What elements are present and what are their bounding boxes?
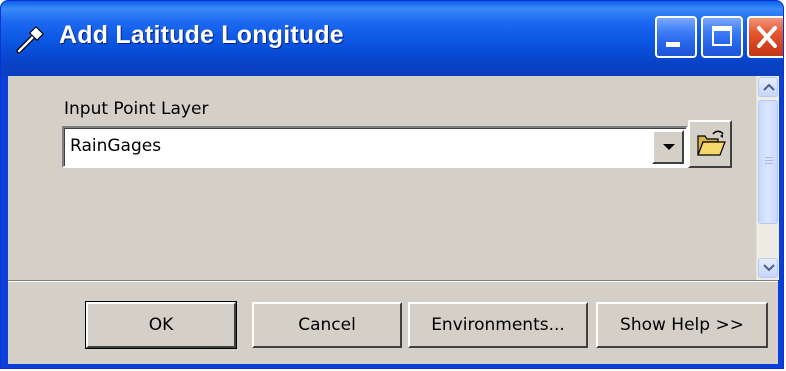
title-bar[interactable]: Add Latitude Longitude [1,1,783,76]
environments-button[interactable]: Environments... [408,302,588,348]
vertical-scrollbar[interactable] [756,76,779,280]
dialog-window: Add Latitude Longitude Input Point Layer… [0,0,784,369]
dialog-client: Input Point Layer RainGages OK Cancel En… [8,76,779,364]
maximize-button[interactable] [701,16,743,58]
chevron-up-icon [763,83,775,91]
input-point-layer-value[interactable]: RainGages [70,136,161,156]
minimize-icon [666,42,680,47]
grip-icon [765,157,773,165]
minimize-button[interactable] [655,16,697,58]
ok-button[interactable]: OK [85,301,237,349]
chevron-down-icon [663,144,675,150]
maximize-icon [712,26,732,46]
open-folder-icon [697,130,726,156]
input-point-layer-label: Input Point Layer [64,99,209,119]
input-point-layer-combo[interactable]: RainGages [62,126,688,168]
show-help-button[interactable]: Show Help >> [596,302,768,348]
hammer-icon [16,26,44,54]
browse-button[interactable] [688,120,732,168]
close-icon [757,26,777,48]
cancel-button[interactable]: Cancel [252,302,402,348]
button-bar: OK Cancel Environments... Show Help >> [8,282,778,364]
dropdown-button[interactable] [652,130,684,164]
scroll-thumb[interactable] [758,100,778,224]
chevron-down-icon [763,264,775,272]
window-title: Add Latitude Longitude [59,21,344,49]
scroll-down-button[interactable] [758,258,778,278]
parameters-pane: Input Point Layer RainGages [8,76,779,280]
scroll-up-button[interactable] [758,77,778,97]
close-button[interactable] [747,16,783,58]
